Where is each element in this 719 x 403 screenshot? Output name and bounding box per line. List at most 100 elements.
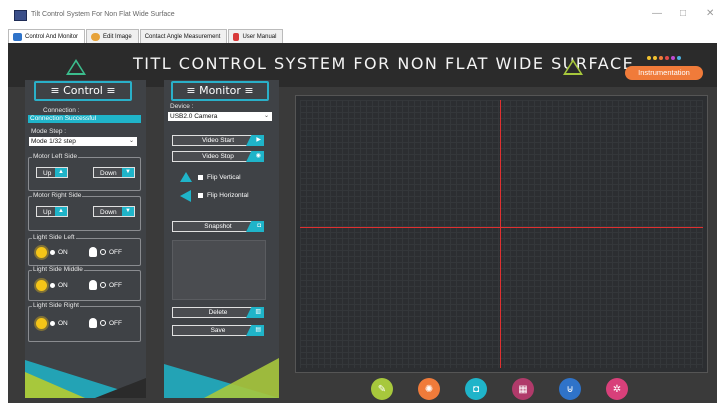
radio-off-dot: [100, 282, 106, 288]
dot-icon: [653, 56, 657, 60]
light-left-off-radio[interactable]: OFF: [89, 247, 122, 257]
tab-contact-angle-measurement[interactable]: Contact Angle Measurement: [139, 29, 228, 44]
crosshair-vertical: [500, 100, 501, 368]
light-middle-group: Light Side Middle ON OFF: [28, 266, 141, 301]
sun-icon: [36, 318, 47, 329]
down-label: Down: [100, 209, 117, 216]
camera-icon: ◘: [246, 221, 264, 232]
maximize-button[interactable]: □: [680, 8, 686, 19]
stop-icon: ◉: [246, 151, 264, 162]
banner-title: TITL CONTROL SYSTEM FOR NON FLAT WIDE SU…: [133, 54, 635, 73]
light-right-on-radio[interactable]: ON: [36, 318, 68, 329]
window-title: Tilt Control System For Non Flat Wide Su…: [31, 11, 175, 18]
light-middle-on-radio[interactable]: ON: [36, 280, 68, 291]
save-icon: ▤: [246, 325, 264, 336]
gears-icon[interactable]: ✲: [606, 378, 628, 400]
snapshot-preview: [172, 240, 266, 300]
tab-user-manual[interactable]: User Manual: [228, 29, 284, 44]
close-button[interactable]: ✕: [706, 8, 714, 19]
app-icon: [14, 10, 27, 21]
video-start-button[interactable]: Video Start ▶: [172, 135, 264, 146]
palette-icon[interactable]: ✎: [371, 378, 393, 400]
radio-on-dot: [50, 283, 55, 288]
video-stop-button[interactable]: Video Stop ◉: [172, 151, 264, 162]
manual-icon: [233, 33, 240, 41]
motor-left-up-button[interactable]: Up ▲: [36, 167, 68, 178]
motor-right-group: Motor Right Side Up ▲ Down ▼: [28, 192, 141, 231]
flip-vertical-checkbox[interactable]: Flip Vertical: [198, 174, 241, 181]
tab-label: Contact Angle Measurement: [144, 34, 221, 40]
connection-label: Connection :: [43, 107, 80, 114]
monitor-icon: [13, 33, 22, 41]
dot-icon: [677, 56, 681, 60]
motor-left-down-button[interactable]: Down ▼: [93, 167, 135, 178]
snapshot-label: Snapshot: [204, 223, 232, 230]
up-label: Up: [43, 170, 52, 177]
motor-right-up-button[interactable]: Up ▲: [36, 206, 68, 217]
color-dots: [647, 56, 681, 60]
delete-label: Delete: [208, 309, 228, 316]
delete-button[interactable]: Delete ▥: [172, 307, 264, 318]
mode-step-select[interactable]: Mode 1/32 step ⌄: [29, 137, 137, 146]
device-value: USB2.0 Camera: [170, 113, 218, 120]
flip-horizontal-checkbox[interactable]: Flip Horizontal: [198, 192, 249, 199]
tab-control-and-monitor[interactable]: Control And Monitor: [8, 29, 86, 44]
crosshair-horizontal: [300, 227, 703, 228]
off-label: OFF: [109, 281, 122, 289]
checkbox-box: [198, 193, 203, 198]
light-middle-title: Light Side Middle: [32, 266, 84, 273]
instrumentation-badge: Instrumentation: [625, 66, 703, 80]
device-select[interactable]: USB2.0 Camera ⌄: [168, 112, 272, 121]
chevron-down-icon: ⌄: [263, 113, 269, 119]
mode-step-label: Mode Step :: [31, 128, 67, 135]
arrow-up-icon: ▲: [55, 207, 67, 216]
radio-off-dot: [100, 320, 106, 326]
tab-edit-image[interactable]: Edit Image: [86, 29, 139, 44]
down-label: Down: [100, 170, 117, 177]
light-right-off-radio[interactable]: OFF: [89, 318, 122, 328]
tab-label: Control And Monitor: [25, 34, 79, 40]
monitor-header: ≡ Monitor ≡: [171, 81, 269, 101]
usb-icon[interactable]: ⊎: [559, 378, 581, 400]
dot-icon: [659, 56, 663, 60]
light-left-group: Light Side Left ON OFF: [28, 234, 141, 266]
light-right-group: Light Side Right ON OFF: [28, 302, 141, 342]
mode-step-value: Mode 1/32 step: [31, 138, 76, 145]
bulb-icon: [89, 318, 97, 328]
control-panel: ≡ Control ≡ Connection : Connection Succ…: [25, 80, 146, 398]
camera-icon[interactable]: ◘: [465, 378, 487, 400]
device-label: Device :: [170, 103, 194, 110]
light-left-on-radio[interactable]: ON: [36, 247, 68, 258]
save-button[interactable]: Save ▤: [172, 325, 264, 336]
radio-on-dot: [50, 250, 55, 255]
motor-right-down-button[interactable]: Down ▼: [93, 206, 135, 217]
checkbox-box: [198, 175, 203, 180]
dot-icon: [671, 56, 675, 60]
snapshot-button[interactable]: Snapshot ◘: [172, 221, 264, 232]
minimize-button[interactable]: —: [652, 8, 662, 19]
camera-viewer[interactable]: [295, 95, 708, 373]
on-label: ON: [58, 282, 68, 289]
dot-icon: [647, 56, 651, 60]
arrow-down-icon: ▼: [122, 207, 134, 216]
radio-off-dot: [100, 249, 106, 255]
light-left-title: Light Side Left: [32, 234, 76, 241]
light-middle-off-radio[interactable]: OFF: [89, 280, 122, 290]
main-app-area: TITL CONTROL SYSTEM FOR NON FLAT WIDE SU…: [8, 43, 717, 403]
sun-icon: [36, 247, 47, 258]
triangle-left-icon: [66, 59, 86, 75]
tab-label: Edit Image: [103, 34, 132, 40]
arrow-down-icon: ▼: [122, 168, 134, 177]
bulb-icon: [89, 247, 97, 257]
up-label: Up: [43, 209, 52, 216]
chip-icon[interactable]: ▦: [512, 378, 534, 400]
save-label: Save: [210, 327, 226, 334]
flip-horizontal-icon: [180, 190, 191, 202]
radio-on-dot: [50, 321, 55, 326]
arrow-up-icon: ▲: [55, 168, 67, 177]
sun-icon[interactable]: ✺: [418, 378, 440, 400]
video-stop-label: Video Stop: [202, 153, 234, 160]
tab-bar: Control And Monitor Edit Image Contact A…: [8, 29, 284, 44]
dot-icon: [665, 56, 669, 60]
control-header: ≡ Control ≡: [34, 81, 132, 101]
